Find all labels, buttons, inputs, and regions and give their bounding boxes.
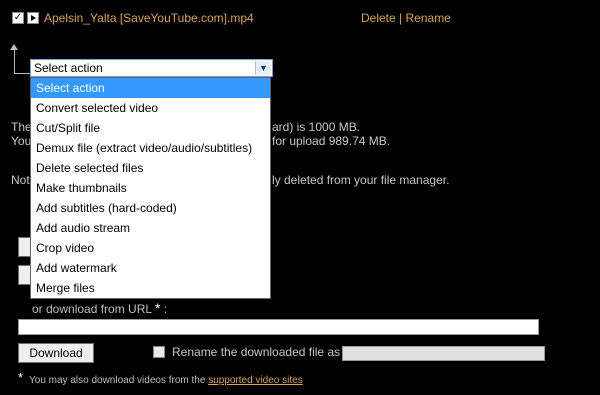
rename-filename-input[interactable] [342,346,545,361]
action-separator: | [399,11,403,25]
file-actions: Delete | Rename [361,11,451,25]
rename-link[interactable]: Rename [406,11,451,25]
info-line-3-start: Not [11,173,30,187]
url-label-text: or download from URL [32,302,152,316]
action-dropdown-list: Select action Convert selected video Cut… [30,77,271,299]
option-convert-video[interactable]: Convert selected video [31,98,270,118]
option-merge[interactable]: Merge files [31,278,270,298]
option-thumbnails[interactable]: Make thumbnails [31,178,270,198]
action-select-value: Select action [34,61,103,75]
required-asterisk: * [154,300,161,316]
option-select-action[interactable]: Select action [31,78,270,98]
footnote: You may also download videos from the su… [29,375,303,386]
url-label-colon: : [163,302,168,316]
chevron-down-icon[interactable]: ▼ [255,61,271,75]
play-icon[interactable] [27,12,39,24]
file-name: Apelsin_Yalta [SaveYouTube.com].mp4 [44,11,254,25]
url-input[interactable] [18,319,539,335]
option-demux[interactable]: Demux file (extract video/audio/subtitle… [31,138,270,158]
option-watermark[interactable]: Add watermark [31,258,270,278]
option-crop[interactable]: Crop video [31,238,270,258]
option-delete-files[interactable]: Delete selected files [31,158,270,178]
info-line-1-start: The [11,120,32,134]
rename-label: Rename the downloaded file as [172,345,341,359]
info-line-2-end: for upload 989.74 MB. [272,134,391,148]
info-line-2-start: You [11,134,32,148]
url-label: or download from URL * : [32,300,167,316]
option-add-subtitles[interactable]: Add subtitles (hard-coded) [31,198,270,218]
tree-connector-horizontal [14,73,30,74]
option-cut-split[interactable]: Cut/Split file [31,118,270,138]
info-line-3-end: ly deleted from your file manager. [272,173,450,187]
file-checkbox[interactable]: ✓ [12,12,24,24]
rename-checkbox[interactable] [153,346,165,358]
supported-sites-link[interactable]: supported video sites [208,375,303,386]
info-line-1-end: ard) is 1000 MB. [272,120,361,134]
tree-connector-vertical [14,48,15,73]
option-add-audio[interactable]: Add audio stream [31,218,270,238]
action-select[interactable]: Select action ▼ [30,59,273,77]
footnote-asterisk: * [18,370,24,385]
download-button[interactable]: Download [18,343,94,363]
footnote-text: You may also download videos from the [29,375,206,386]
delete-link[interactable]: Delete [361,11,396,25]
